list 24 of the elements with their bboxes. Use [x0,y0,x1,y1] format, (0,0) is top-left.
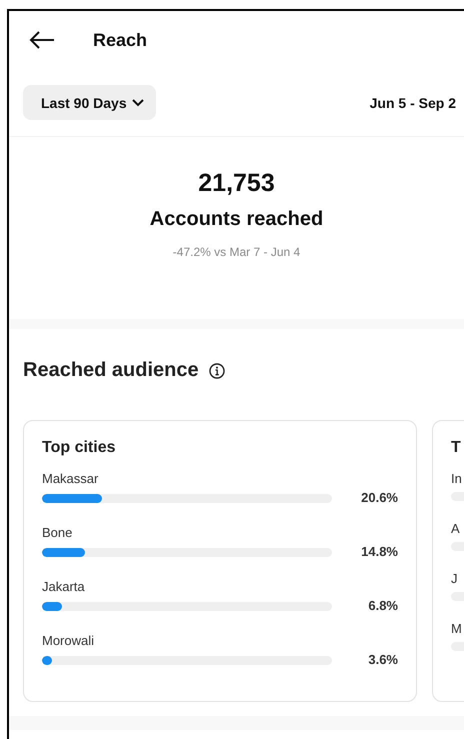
percentage-value: 20.6% [360,490,398,505]
reach-label: Accounts reached [150,208,324,231]
card-title: T [451,439,462,457]
city-name: J [451,571,458,586]
city-name: A [451,521,461,536]
page-title: Reach [93,30,148,50]
percentage-value: 3.6% [367,652,398,667]
percentage-value: 6.8% [367,598,398,613]
city-name: Morowali [42,633,96,648]
chevron-down-icon [132,98,144,106]
city-name: M [451,621,463,636]
percentage-value: 14.8% [360,544,398,559]
back-arrow-icon[interactable] [29,31,55,49]
city-name: Makassar [42,471,100,486]
info-icon[interactable] [208,362,225,378]
card-title: Top cities [42,439,116,457]
section-title: Reached audience [23,359,199,382]
date-range: Jun 5 - Sep 2 [370,94,456,110]
comparison-text: -47.2% vs Mar 7 - Jun 4 [172,245,300,259]
city-name: Bone [42,525,74,540]
date-filter-dropdown[interactable]: Last 90 Days [23,85,156,120]
city-name: Jakarta [42,579,86,594]
city-name: In [451,471,463,486]
reach-count: 21,753 [198,169,275,198]
